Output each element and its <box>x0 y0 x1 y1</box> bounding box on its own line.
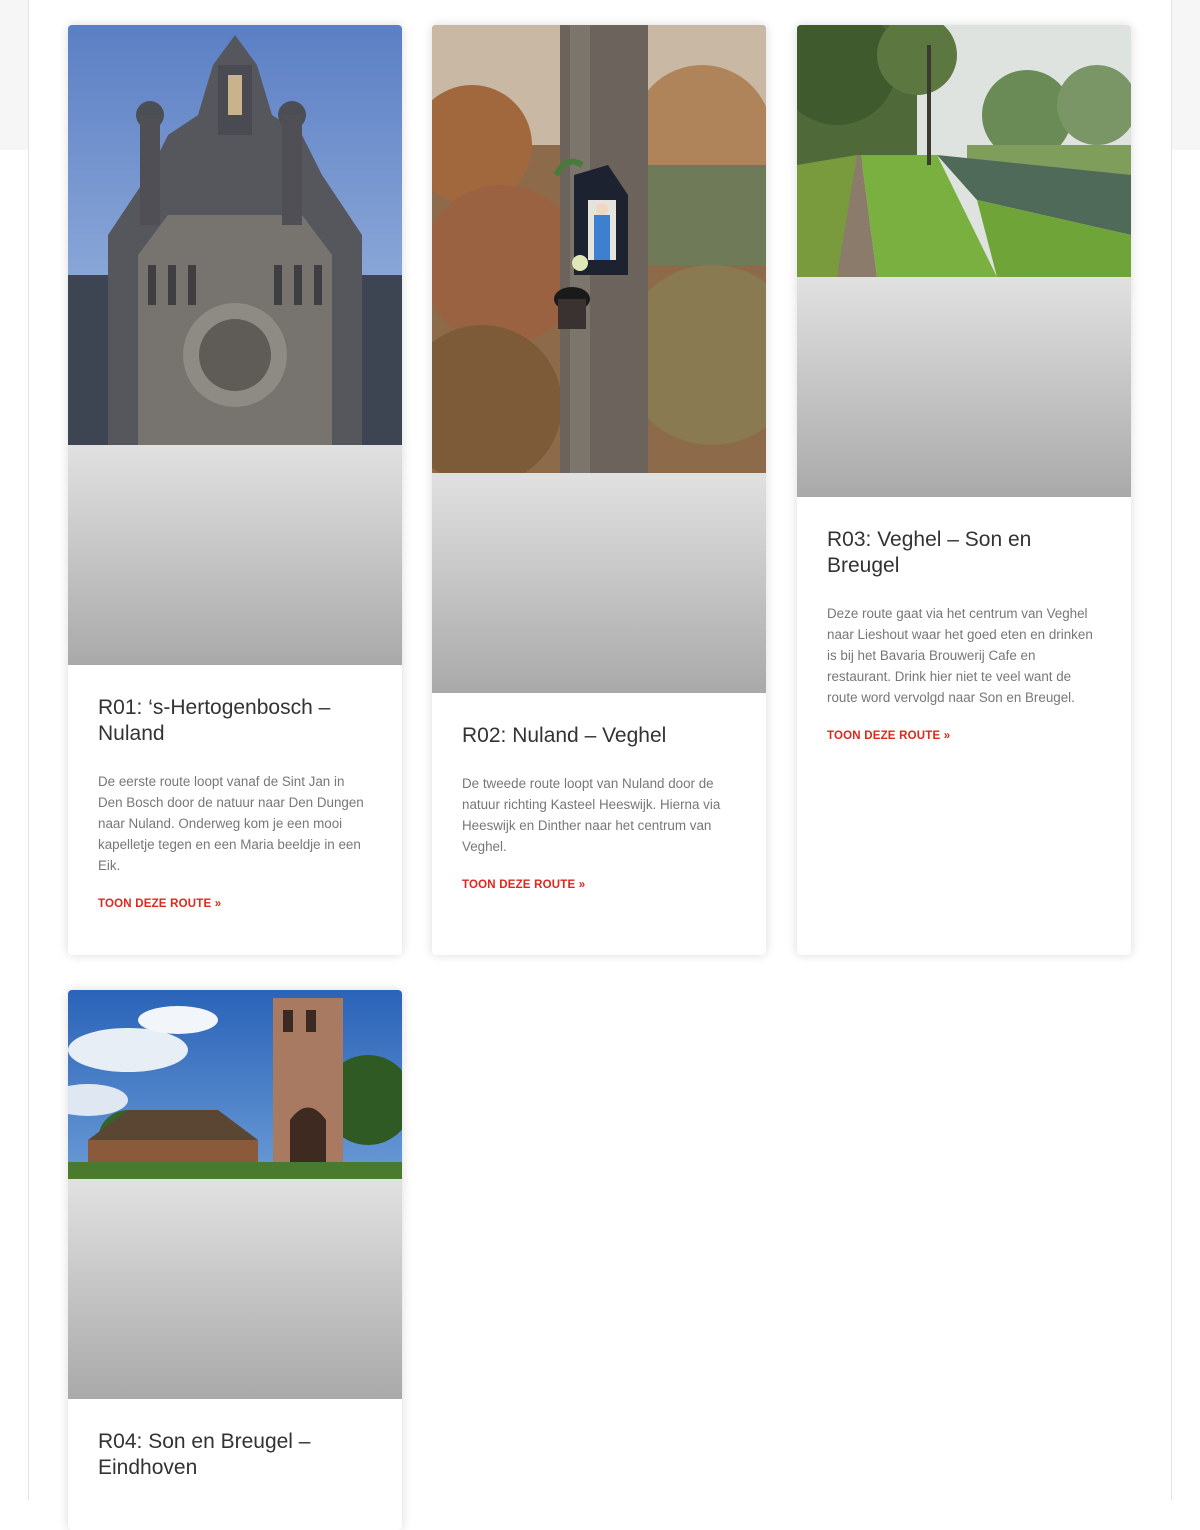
image-fade <box>432 473 766 693</box>
route-card-r02-body: R02: Nuland – Veghel De tweede route loo… <box>432 693 766 893</box>
route-card-r02: R02: Nuland – Veghel De tweede route loo… <box>432 25 766 955</box>
route-card-r04: R04: Son en Breugel – Eindhoven <box>68 990 402 1530</box>
route-card-r03-image-link[interactable] <box>797 25 1131 497</box>
route-card-r03-excerpt: Deze route gaat via het centrum van Vegh… <box>827 606 1093 705</box>
route-card-r03-title[interactable]: R03: Veghel – Son en Breugel <box>827 527 1101 579</box>
route-card-r02-read-more[interactable]: TOON DEZE ROUTE » <box>462 879 585 891</box>
route-card-r03-read-more[interactable]: TOON DEZE ROUTE » <box>827 730 950 742</box>
route-card-r02-excerpt: De tweede route loopt van Nuland door de… <box>462 776 721 854</box>
route-card-r01-read-more[interactable]: TOON DEZE ROUTE » <box>98 898 221 910</box>
route-card-r02-title[interactable]: R02: Nuland – Veghel <box>462 723 736 749</box>
route-card-r01: R01: ‘s-Hertogenbosch – Nuland De eerste… <box>68 25 402 955</box>
canal-path-photo <box>797 25 1131 277</box>
route-card-r04-body: R04: Son en Breugel – Eindhoven <box>68 1399 402 1481</box>
image-fade <box>68 445 402 665</box>
route-card-r03: R03: Veghel – Son en Breugel Deze route … <box>797 25 1131 955</box>
old-tower-photo <box>68 990 402 1179</box>
image-fade <box>68 1179 402 1399</box>
route-card-r01-excerpt: De eerste route loopt vanaf de Sint Jan … <box>98 774 364 873</box>
tree-shrine-photo <box>432 25 766 473</box>
route-card-r04-title[interactable]: R04: Son en Breugel – Eindhoven <box>98 1429 372 1481</box>
image-fade <box>797 277 1131 497</box>
route-card-r03-body: R03: Veghel – Son en Breugel Deze route … <box>797 497 1131 744</box>
route-card-r02-image-link[interactable] <box>432 25 766 693</box>
route-card-r01-title[interactable]: R01: ‘s-Hertogenbosch – Nuland <box>98 695 372 747</box>
route-card-r01-body: R01: ‘s-Hertogenbosch – Nuland De eerste… <box>68 665 402 912</box>
cathedral-photo <box>68 25 402 445</box>
route-card-r04-image-link[interactable] <box>68 990 402 1399</box>
route-card-r01-image-link[interactable] <box>68 25 402 665</box>
